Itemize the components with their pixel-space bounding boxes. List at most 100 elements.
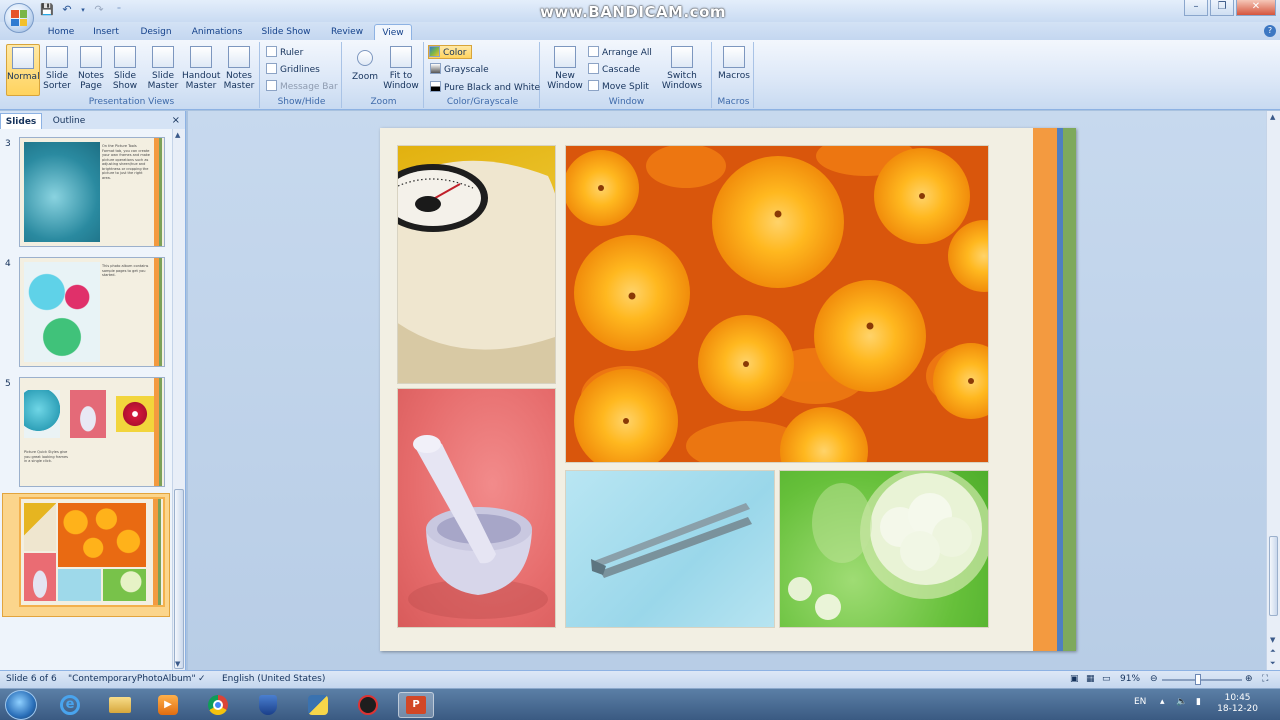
slide-scrollbar[interactable]: ▲ ▼ ⏶ ⏷ bbox=[1266, 111, 1280, 670]
thumbnail-photo bbox=[24, 390, 60, 438]
title-bar: 💾 ↶ ▾ ↷ ⁼ www.BANDICAM.com – ❐ ✕ bbox=[0, 0, 1280, 22]
magnifier-icon bbox=[357, 50, 373, 66]
tab-slide-show[interactable]: Slide Show bbox=[256, 24, 316, 40]
maximize-button[interactable]: ❐ bbox=[1210, 0, 1234, 16]
scroll-down-icon[interactable]: ▼ bbox=[175, 660, 180, 668]
slide-thumbnail-5[interactable]: Picture Quick Styles give you great look… bbox=[19, 377, 165, 487]
ruler-checkbox[interactable]: Ruler bbox=[266, 46, 303, 60]
color-button[interactable]: Color bbox=[428, 45, 472, 59]
photo-tweezers[interactable] bbox=[565, 470, 775, 628]
zoom-slider[interactable] bbox=[1162, 679, 1242, 681]
notes-master-button[interactable]: Notes Master bbox=[222, 44, 256, 96]
internet-explorer-icon[interactable]: e bbox=[52, 692, 88, 718]
thumbnails-scrollbar[interactable]: ▲ ▼ bbox=[172, 129, 185, 670]
file-explorer-icon[interactable] bbox=[102, 692, 138, 718]
python-icon[interactable] bbox=[300, 692, 336, 718]
previous-slide-icon[interactable]: ⏶ bbox=[1270, 647, 1276, 656]
scale-image bbox=[398, 160, 555, 383]
current-slide[interactable] bbox=[380, 128, 1076, 651]
macros-button[interactable]: Macros bbox=[717, 44, 751, 96]
slide-show-status-icon[interactable]: ▭ bbox=[1102, 674, 1111, 684]
fit-to-window-button[interactable]: Fit to Window bbox=[382, 44, 420, 96]
close-pane-icon[interactable]: × bbox=[172, 115, 180, 126]
close-button[interactable]: ✕ bbox=[1236, 0, 1276, 16]
windows-taskbar: e ▶ P EN ▴ 🔈 ▮ 10:45 18-12-20 bbox=[0, 688, 1280, 720]
show-hidden-icons-icon[interactable]: ▴ bbox=[1160, 697, 1165, 707]
zoom-button[interactable]: Zoom bbox=[348, 44, 382, 96]
slide-thumbnail-4[interactable]: This photo album contains sample pages t… bbox=[19, 257, 165, 367]
move-split-button[interactable]: Move Split bbox=[588, 80, 649, 94]
group-color-grayscale: Color Grayscale Pure Black and White Col… bbox=[426, 42, 540, 108]
slide-sorter-button[interactable]: Slide Sorter bbox=[40, 44, 74, 96]
start-button[interactable] bbox=[5, 690, 37, 720]
zoom-in-icon[interactable]: ⊕ bbox=[1245, 674, 1253, 684]
tab-view[interactable]: View bbox=[374, 24, 412, 40]
slide-thumbnail-3[interactable]: On the Picture Tools Format tab, you can… bbox=[19, 137, 165, 247]
slide-thumbnail-6[interactable] bbox=[19, 497, 165, 607]
chrome-icon[interactable] bbox=[200, 692, 236, 718]
undo-dropdown-icon[interactable]: ▾ bbox=[80, 3, 86, 17]
notes-page-button[interactable]: Notes Page bbox=[74, 44, 108, 96]
undo-icon[interactable]: ↶ bbox=[60, 3, 74, 17]
powerpoint-taskbar-icon[interactable]: P bbox=[398, 692, 434, 718]
bandicam-record-icon[interactable] bbox=[350, 692, 386, 718]
scroll-up-icon[interactable]: ▲ bbox=[175, 131, 180, 139]
tab-home[interactable]: Home bbox=[42, 24, 80, 40]
scrollbar-thumb[interactable] bbox=[1269, 536, 1278, 616]
tab-insert[interactable]: Insert bbox=[86, 24, 126, 40]
save-icon[interactable]: 💾 bbox=[40, 3, 54, 17]
language-indicator[interactable]: English (United States) bbox=[222, 674, 325, 684]
photo-orange-flowers[interactable] bbox=[565, 145, 989, 463]
tab-design[interactable]: Design bbox=[134, 24, 178, 40]
new-window-button[interactable]: New Window bbox=[546, 44, 584, 96]
zoom-slider-knob[interactable] bbox=[1195, 674, 1201, 685]
next-slide-icon[interactable]: ⏷ bbox=[1270, 659, 1276, 668]
tab-slides[interactable]: Slides bbox=[0, 113, 42, 129]
pure-black-white-button[interactable]: Pure Black and White bbox=[430, 81, 540, 95]
customize-qat-icon[interactable]: ⁼ bbox=[112, 3, 126, 17]
help-icon[interactable]: ? bbox=[1264, 25, 1276, 37]
thumbnail-photo bbox=[24, 262, 100, 362]
tab-outline[interactable]: Outline bbox=[44, 113, 94, 129]
group-window: New Window Arrange All Cascade Move Spli… bbox=[542, 42, 712, 108]
photo-scale[interactable] bbox=[397, 145, 556, 384]
volume-icon[interactable]: 🔈 bbox=[1176, 697, 1187, 707]
handout-master-button[interactable]: Handout Master bbox=[182, 44, 220, 96]
zoom-level[interactable]: 91% bbox=[1120, 674, 1140, 684]
color-icon bbox=[429, 46, 440, 57]
arrange-all-button[interactable]: Arrange All bbox=[588, 46, 652, 60]
zoom-out-icon[interactable]: ⊖ bbox=[1150, 674, 1158, 684]
input-language[interactable]: EN bbox=[1134, 697, 1146, 707]
fit-slide-icon[interactable]: ⛶ bbox=[1262, 674, 1268, 684]
photo-mortar-pestle[interactable] bbox=[397, 388, 556, 628]
gridlines-checkbox[interactable]: Gridlines bbox=[266, 63, 320, 77]
clock-time: 10:45 bbox=[1224, 693, 1251, 703]
cascade-button[interactable]: Cascade bbox=[588, 63, 640, 77]
thumbnail-photo bbox=[116, 396, 154, 432]
photo-cotton-jar[interactable] bbox=[779, 470, 989, 628]
scroll-up-icon[interactable]: ▲ bbox=[1270, 113, 1275, 121]
media-player-icon[interactable]: ▶ bbox=[150, 692, 186, 718]
tab-review[interactable]: Review bbox=[325, 24, 369, 40]
slide-show-button[interactable]: Slide Show bbox=[108, 44, 142, 96]
spelling-check-icon[interactable]: ✓ bbox=[198, 674, 206, 684]
thumbnail-number: 5 bbox=[5, 379, 11, 389]
slide-master-button[interactable]: Slide Master bbox=[146, 44, 180, 96]
scroll-down-icon[interactable]: ▼ bbox=[1270, 636, 1275, 644]
system-clock[interactable]: 10:45 18-12-20 bbox=[1217, 693, 1258, 715]
normal-view-button[interactable]: Normal bbox=[6, 44, 40, 96]
accent-stripe bbox=[159, 378, 162, 486]
tab-animations[interactable]: Animations bbox=[186, 24, 248, 40]
security-shield-icon[interactable] bbox=[250, 692, 286, 718]
minimize-button[interactable]: – bbox=[1184, 0, 1208, 16]
message-bar-checkbox[interactable]: Message Bar bbox=[266, 80, 338, 94]
grayscale-button[interactable]: Grayscale bbox=[430, 63, 489, 77]
normal-view-status-icon[interactable]: ▣ bbox=[1070, 674, 1079, 684]
redo-icon[interactable]: ↷ bbox=[92, 3, 106, 17]
scrollbar-thumb[interactable] bbox=[174, 489, 184, 669]
slide-sorter-status-icon[interactable]: ▦ bbox=[1086, 674, 1095, 684]
network-icon[interactable]: ▮ bbox=[1196, 697, 1201, 707]
switch-windows-button[interactable]: Switch Windows bbox=[658, 44, 706, 96]
office-button[interactable] bbox=[4, 3, 34, 33]
group-macros: Macros Macros bbox=[714, 42, 754, 108]
